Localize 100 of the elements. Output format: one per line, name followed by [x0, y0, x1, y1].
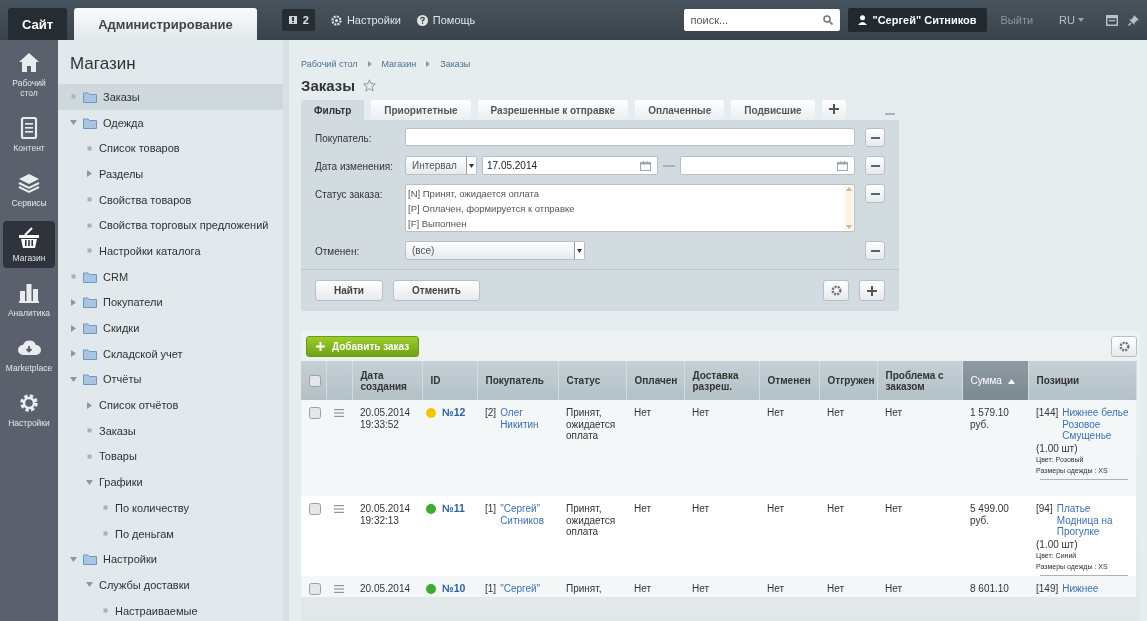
breadcrumb-link[interactable]: Магазин	[381, 59, 417, 69]
nav-item[interactable]: Аналитика	[3, 276, 55, 323]
search-icon[interactable]	[823, 15, 834, 25]
menu-item[interactable]: Заказы	[58, 417, 283, 444]
pin-icon[interactable]	[1128, 14, 1139, 26]
product-link[interactable]: Нижнее	[1062, 583, 1099, 595]
remove-field-button[interactable]	[865, 184, 885, 203]
nav-item[interactable]: Marketplace	[3, 331, 55, 378]
product-link[interactable]: Платье Модница на Прогулке	[1056, 503, 1132, 538]
checkbox[interactable]	[309, 503, 321, 515]
date-from-field[interactable]: 17.05.2014	[482, 156, 658, 175]
star-icon[interactable]	[363, 79, 377, 92]
calendar-icon[interactable]	[639, 160, 651, 171]
interval-select[interactable]: Интервал	[405, 156, 477, 175]
filter-tab[interactable]: Разрешенные к отправке	[477, 100, 629, 120]
column-header[interactable]: Позиции	[1028, 361, 1136, 400]
date-to-field[interactable]	[679, 156, 855, 175]
menu-item[interactable]: Скидки	[58, 315, 283, 341]
menu-item[interactable]: Складской учет	[58, 340, 283, 367]
cancel-select[interactable]: (все)	[405, 241, 585, 260]
find-button[interactable]: Найти	[315, 280, 383, 301]
filter-tab[interactable]: Фильтр	[301, 100, 365, 120]
language-button[interactable]: RU	[1059, 14, 1078, 26]
menu-item[interactable]: Список товаров	[58, 135, 283, 162]
filter-tab[interactable]: Оплаченные	[635, 100, 725, 120]
menu-item[interactable]: Товары	[58, 443, 283, 470]
menu-item[interactable]: По деньгам	[58, 520, 283, 547]
menu-item[interactable]: Отчёты	[58, 366, 283, 393]
column-header[interactable]: Статус	[558, 361, 626, 400]
notifications-button[interactable]: 2	[281, 9, 315, 31]
menu-item[interactable]: Заказы	[58, 84, 283, 110]
column-header[interactable]: Доставка разреш.	[684, 361, 759, 400]
nav-item[interactable]: Настройки	[3, 386, 55, 433]
menu-item[interactable]: По количеству	[58, 495, 283, 521]
filter-tab[interactable]: Приоритетные	[371, 100, 471, 120]
filter-tab[interactable]: Подвисшие	[731, 100, 815, 120]
menu-icon[interactable]	[334, 585, 344, 593]
add-field-button[interactable]	[859, 280, 885, 301]
buyer-input[interactable]	[405, 128, 855, 146]
checkbox[interactable]	[309, 583, 321, 595]
status-option[interactable]: [F] Выполнен	[408, 216, 842, 231]
scrollbar-drawing	[845, 186, 853, 230]
menu-item[interactable]: Одежда	[58, 109, 283, 136]
status-option[interactable]: [N] Принят, ожидается оплата	[408, 186, 842, 201]
menu-icon[interactable]	[334, 409, 344, 417]
customer-link[interactable]: Олег Никитин	[500, 407, 554, 430]
site-tab[interactable]: Сайт	[8, 8, 68, 40]
menu-item[interactable]: Покупатели	[58, 289, 283, 316]
add-tab-button[interactable]	[821, 100, 846, 120]
menu-icon[interactable]	[334, 505, 344, 513]
remove-field-button[interactable]	[865, 128, 885, 147]
remove-field-button[interactable]	[865, 241, 885, 260]
customer-link[interactable]: "Сергей" Ситников	[500, 503, 554, 526]
menu-item[interactable]: Графики	[58, 469, 283, 495]
column-header[interactable]: Проблема с заказом	[877, 361, 962, 400]
collapsed-arrow-icon	[70, 324, 77, 332]
table-settings-button[interactable]	[1111, 336, 1137, 357]
menu-item[interactable]: Свойства товаров	[58, 186, 283, 213]
column-header[interactable]: Покупатель	[477, 361, 558, 400]
menu-item[interactable]: Настраиваемые	[58, 597, 283, 621]
checkbox[interactable]	[309, 374, 321, 387]
remove-field-button[interactable]	[865, 156, 885, 175]
order-link[interactable]: №10	[442, 583, 466, 595]
nav-item[interactable]: Рабочий стол	[3, 46, 55, 103]
column-header[interactable]: ID	[422, 361, 477, 400]
breadcrumb-link[interactable]: Рабочий стол	[301, 59, 358, 69]
help-link[interactable]: Помощь	[416, 14, 476, 26]
customer-link[interactable]: "Сергей"	[500, 583, 541, 595]
menu-item[interactable]: Разделы	[58, 161, 283, 187]
search-field[interactable]: поиск...	[684, 9, 841, 31]
product-link[interactable]: Нижнее белье Розовое Смущенье	[1062, 407, 1132, 442]
column-header[interactable]: Оплачен	[626, 361, 684, 400]
window-icon[interactable]	[1106, 14, 1118, 26]
menu-item[interactable]: Свойства торговых предложений	[58, 212, 283, 239]
user-button[interactable]: "Сергей" Ситников	[848, 8, 987, 32]
settings-button[interactable]	[823, 280, 849, 301]
caret-icon	[469, 163, 474, 168]
caret-icon[interactable]	[1078, 18, 1084, 22]
breadcrumb-link[interactable]: Заказы	[440, 59, 471, 69]
checkbox[interactable]	[309, 407, 321, 419]
menu-item[interactable]: Настройки	[58, 546, 283, 573]
order-link[interactable]: №11	[442, 503, 465, 515]
settings-link[interactable]: Настройки	[330, 14, 401, 26]
column-header[interactable]: Отменен	[759, 361, 819, 400]
column-header[interactable]: Отгружен	[819, 361, 877, 400]
menu-item[interactable]: Службы доставки	[58, 572, 283, 598]
column-header[interactable]: Дата создания	[352, 361, 422, 400]
menu-item[interactable]: Список отчётов	[58, 392, 283, 418]
status-option[interactable]: [P] Оплачен, формируется к отправке	[408, 201, 842, 216]
bullet-icon	[86, 221, 93, 229]
nav-item[interactable]: Магазин	[3, 221, 55, 268]
cancel-button[interactable]: Отменить	[393, 280, 480, 301]
order-link[interactable]: №12	[442, 407, 466, 419]
admin-tab[interactable]: Администрирование	[74, 8, 257, 40]
date-text: 20.05.2014	[360, 503, 412, 515]
nav-item[interactable]: Контент	[3, 111, 55, 158]
menu-item[interactable]: Настройки каталога	[58, 238, 283, 264]
menu-item[interactable]: CRM	[58, 263, 283, 290]
calendar-icon[interactable]	[837, 160, 848, 171]
nav-item[interactable]: Сервисы	[3, 166, 55, 213]
